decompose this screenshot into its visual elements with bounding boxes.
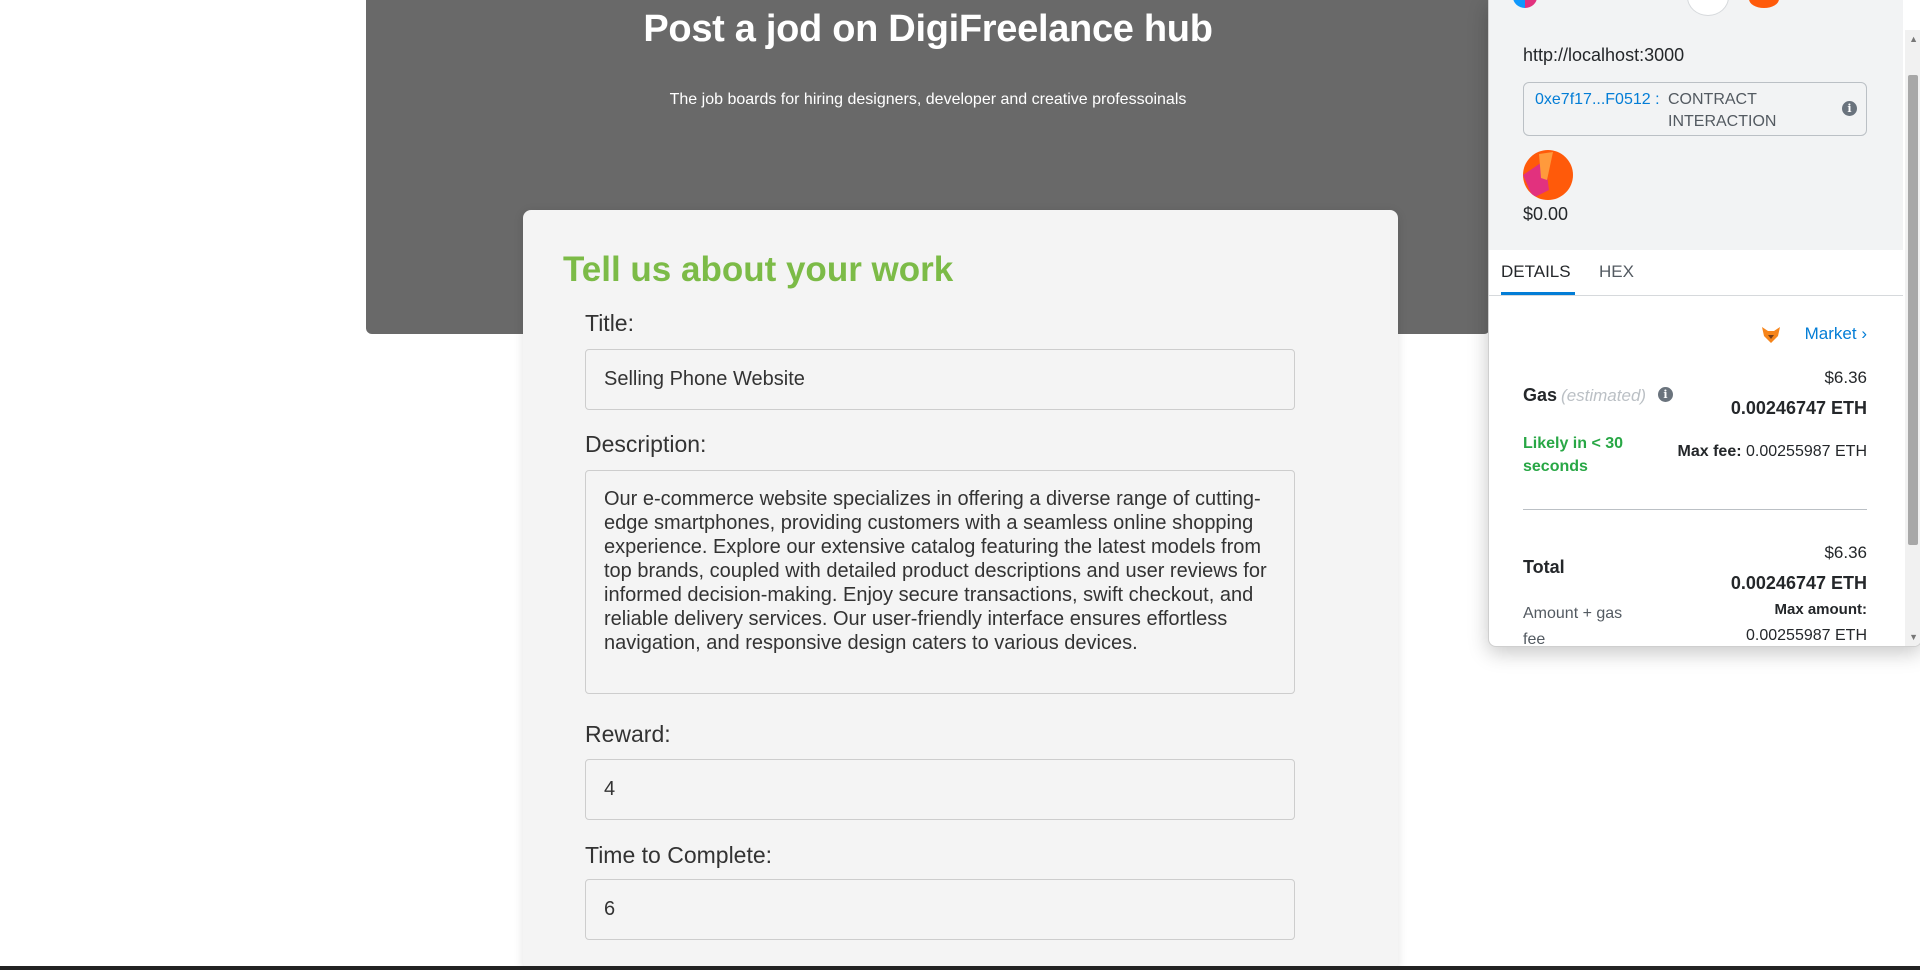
- time-input[interactable]: [585, 879, 1295, 940]
- origin-url: http://localhost:3000: [1523, 45, 1685, 65]
- job-form-card: Tell us about your work Title: Descripti…: [523, 210, 1398, 970]
- gas-estimated-text: (estimated): [1561, 386, 1647, 405]
- max-amount-label: Max amount:: [1774, 601, 1867, 618]
- form-heading: Tell us about your work: [563, 250, 954, 289]
- wallet-popup: http://localhost:3000 0xe7f17...F0512 : …: [1488, 0, 1920, 647]
- max-fee-label: Max fee:: [1677, 443, 1742, 460]
- page-title: Post a jod on DigiFreelance hub: [643, 8, 1213, 50]
- arrow-down-icon: [1687, 0, 1729, 16]
- market-fee-button[interactable]: Market ›: [1805, 324, 1867, 344]
- scroll-thumb[interactable]: [1908, 75, 1918, 545]
- likely-time-text: Likely in < 30 seconds: [1523, 435, 1624, 475]
- tab-hex[interactable]: HEX: [1599, 262, 1634, 282]
- max-fee: Max fee: 0.00255987 ETH: [1678, 443, 1867, 461]
- info-icon[interactable]: i: [1842, 101, 1857, 116]
- description-label: Description:: [585, 431, 707, 457]
- scroll-down-icon[interactable]: ▼: [1909, 632, 1918, 642]
- reward-input[interactable]: [585, 759, 1295, 820]
- gas-info-icon[interactable]: i: [1658, 387, 1673, 402]
- max-fee-value: 0.00255987 ETH: [1746, 443, 1867, 460]
- gas-label-text: Gas: [1523, 385, 1558, 405]
- wallet-scrollbar[interactable]: ▲ ▼: [1905, 30, 1920, 646]
- tab-details[interactable]: DETAILS: [1501, 262, 1575, 295]
- market-label: Market: [1804, 324, 1857, 343]
- scroll-up-icon[interactable]: ▲: [1909, 34, 1918, 44]
- title-label: Title:: [585, 310, 634, 336]
- time-label: Time to Complete:: [585, 842, 773, 868]
- total-eth: 0.00246747 ETH: [1730, 573, 1867, 593]
- contract-interaction-label: CONTRACT INTERACTION: [1668, 91, 1777, 130]
- max-amount-value: 0.00255987 ETH: [1746, 627, 1867, 644]
- reward-label: Reward:: [585, 721, 671, 747]
- amount-gas-label: Amount + gas fee: [1523, 605, 1623, 647]
- gas-label: Gas (estimated): [1523, 385, 1646, 406]
- divider: [1523, 509, 1867, 510]
- chevron-right-icon: ›: [1861, 324, 1867, 343]
- fox-icon: [1762, 327, 1780, 343]
- token-value: $0.00: [1523, 204, 1569, 224]
- total-label: Total: [1523, 557, 1565, 577]
- page-subtitle: The job boards for hiring designers, dev…: [669, 91, 1187, 108]
- contract-address-link[interactable]: 0xe7f17...F0512 :: [1535, 89, 1661, 111]
- gas-eth: 0.00246747 ETH: [1730, 398, 1867, 418]
- wallet-tabs: DETAILS HEX: [1489, 250, 1903, 296]
- account-avatar-icon[interactable]: [1513, 0, 1537, 8]
- title-input[interactable]: [585, 349, 1295, 410]
- recipient-avatar-icon: [1749, 0, 1779, 8]
- token-icon: [1523, 150, 1573, 200]
- contract-interaction-box: 0xe7f17...F0512 : CONTRACT INTERACTION i: [1523, 82, 1867, 136]
- window-bottom-edge: [0, 966, 1920, 970]
- total-usd: $6.36: [1824, 543, 1867, 562]
- description-textarea[interactable]: Our e-commerce website specializes in of…: [585, 470, 1295, 694]
- gas-usd: $6.36: [1824, 368, 1867, 387]
- wallet-header: http://localhost:3000 0xe7f17...F0512 : …: [1489, 0, 1903, 250]
